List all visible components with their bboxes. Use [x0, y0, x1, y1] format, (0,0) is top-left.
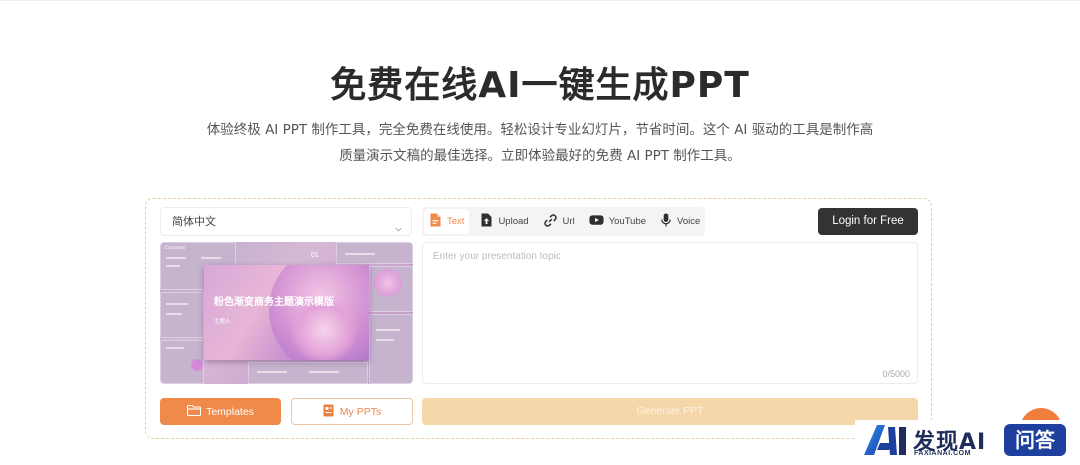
ppt-file-icon [323, 404, 340, 420]
my-ppts-button-label: My PPTs [339, 405, 382, 418]
youtube-icon [589, 214, 609, 229]
tab-upload[interactable]: Upload [475, 207, 533, 236]
input-source-tabs: Text Upload Url YouTube Voice [422, 207, 705, 236]
tab-url-label: Url [562, 216, 575, 227]
thumb-label-contents: Contents [165, 246, 186, 251]
watermark-qa-badge: 问答 [1004, 424, 1066, 456]
faxianai-logo-icon [862, 423, 908, 462]
top-divider [0, 0, 1080, 1]
page-description-line-1: 体验终极 AI PPT 制作工具，完全免费在线使用。轻松设计专业幻灯片，节省时间… [206, 122, 874, 138]
tab-voice-label: Voice [677, 216, 701, 227]
upload-icon [480, 213, 498, 230]
text-file-icon [429, 213, 447, 230]
page-description: 体验终极 AI PPT 制作工具，完全免费在线使用。轻松设计专业幻灯片，节省时间… [200, 117, 880, 169]
microphone-icon [660, 212, 677, 231]
character-counter: 0/5000 [882, 369, 910, 379]
topic-input[interactable]: Enter your presentation topic 0/5000 [422, 242, 918, 384]
tab-url[interactable]: Url [538, 207, 580, 236]
topic-input-placeholder: Enter your presentation topic [433, 251, 561, 262]
tab-text-label: Text [447, 216, 465, 227]
templates-button-label: Templates [206, 405, 254, 418]
preview-thumb [160, 292, 204, 338]
tab-youtube[interactable]: YouTube [584, 207, 651, 236]
preview-thumb [160, 340, 204, 384]
preview-thumb [248, 362, 368, 384]
template-preview[interactable]: Contents 01 粉色渐变商务主题演示模版 主题人 [160, 242, 413, 384]
templates-button[interactable]: Templates [160, 398, 281, 425]
page-title: 免费在线AI一键生成PPT [330, 65, 750, 106]
thumb-label-01: 01 [311, 252, 319, 259]
language-select-value: 简体中文 [172, 215, 216, 228]
tab-upload-label: Upload [498, 216, 529, 227]
page-description-line-2: 质量演示文稿的最佳选择。立即体验最好的免费 AI PPT 制作工具。 [339, 148, 741, 164]
watermark-subtitle: FAXIANAI.COM [914, 450, 971, 457]
chevron-down-icon [394, 217, 403, 244]
tab-voice[interactable]: Voice [655, 207, 705, 236]
template-slide-author: 主题人 [214, 319, 231, 325]
template-slide-title: 粉色渐变商务主题演示模版 [214, 297, 334, 308]
login-button[interactable]: Login for Free [818, 208, 918, 235]
tab-youtube-label: YouTube [608, 216, 647, 227]
preview-thumb [369, 266, 413, 312]
link-icon [543, 213, 563, 231]
preview-thumb [369, 314, 413, 384]
featured-template-slide: 粉色渐变商务主题演示模版 主题人 [204, 265, 369, 360]
folder-icon [187, 404, 206, 419]
generate-ppt-button[interactable]: Generate PPT [422, 398, 918, 425]
my-ppts-button[interactable]: My PPTs [291, 398, 413, 425]
language-select[interactable]: 简体中文 [160, 207, 412, 236]
preview-thumb [336, 242, 413, 264]
tab-text[interactable]: Text [424, 209, 470, 234]
